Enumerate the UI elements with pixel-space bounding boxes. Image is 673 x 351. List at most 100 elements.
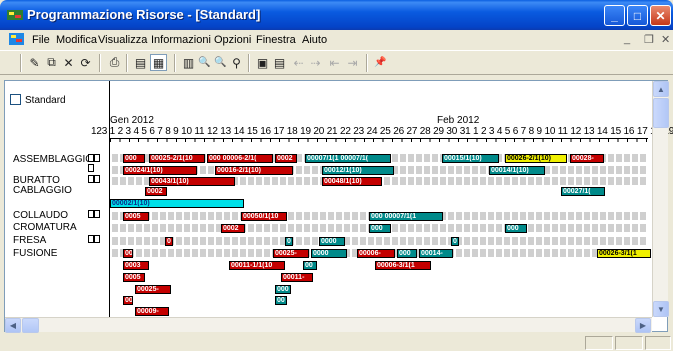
minimize-button[interactable]: _: [604, 5, 625, 26]
task-bar[interactable]: 000: [397, 249, 417, 258]
resource-label[interactable]: CROMATURA: [13, 222, 77, 233]
menu-informazioni[interactable]: Informazioni: [151, 34, 211, 46]
task-bar[interactable]: 0005: [123, 212, 149, 221]
mdi-restore-button[interactable]: ❐: [644, 33, 654, 46]
vertical-scrollbar[interactable]: ▲ ▼: [652, 81, 669, 317]
task-bar[interactable]: 00025-: [135, 285, 171, 294]
view-grid-icon[interactable]: ▦: [150, 54, 167, 71]
task-bar[interactable]: 0: [451, 237, 459, 246]
task-bar[interactable]: 00015/1(10): [442, 154, 499, 163]
delete-icon[interactable]: ✕: [60, 54, 77, 71]
task-bar[interactable]: 0002: [145, 187, 167, 196]
toolbar-separator: [99, 54, 101, 72]
task-bar[interactable]: 0002: [221, 224, 245, 233]
menu-opzioni[interactable]: Opzioni: [214, 34, 251, 46]
copy-icon[interactable]: ⧉: [43, 54, 60, 71]
menu-visualizza[interactable]: Visualizza: [98, 34, 147, 46]
task-bar[interactable]: 000: [505, 224, 527, 233]
task-bar[interactable]: 0000: [311, 249, 347, 258]
task-bar[interactable]: 00048/1(10): [322, 177, 382, 186]
menu-aiuto[interactable]: Aiuto: [302, 34, 327, 46]
task-bar[interactable]: 0003: [123, 261, 149, 270]
mdi-close-button[interactable]: ✕: [661, 33, 670, 46]
task-bar[interactable]: 000: [369, 224, 391, 233]
task-bar[interactable]: 00014-: [419, 249, 453, 258]
open-icon[interactable]: ✎: [26, 54, 43, 71]
task-bar[interactable]: 00: [123, 249, 133, 258]
move-left-all-icon[interactable]: ⇤: [326, 54, 343, 71]
print-icon[interactable]: ⎙: [106, 54, 123, 71]
task-bar[interactable]: 00: [275, 296, 287, 305]
vertical-scroll-thumb[interactable]: [653, 98, 669, 128]
scroll-left-button[interactable]: ◀: [5, 318, 21, 333]
task-bar[interactable]: 00002/1(10): [110, 199, 244, 208]
task-bar[interactable]: 00012/1(10): [322, 166, 394, 175]
horizontal-scroll-thumb[interactable]: [22, 318, 39, 333]
maximize-button[interactable]: □: [627, 5, 648, 26]
task-bar[interactable]: 00027/1(: [561, 187, 605, 196]
task-bar[interactable]: 0000: [319, 237, 345, 246]
scroll-up-button[interactable]: ▲: [653, 81, 669, 97]
availability-row: [112, 237, 646, 245]
document-icon[interactable]: [9, 32, 24, 46]
task-bar[interactable]: 00007/1(1 00007/1(: [305, 154, 391, 163]
task-bar[interactable]: 00006-: [357, 249, 395, 258]
scroll-down-button[interactable]: ▼: [653, 301, 669, 317]
day-header-row: 123 1 2 3 4 5 6 7 8 9 10 11 12 13 14 15 …: [91, 126, 673, 137]
task-bar[interactable]: 00009-: [135, 307, 169, 316]
standard-checkbox[interactable]: [10, 94, 21, 105]
calendar-icon[interactable]: ▣: [254, 54, 271, 71]
month-label: Feb 2012: [437, 115, 480, 126]
task-bar[interactable]: 00014/1(10): [489, 166, 545, 175]
menu-modifica[interactable]: Modifica: [56, 34, 97, 46]
resource-label[interactable]: CABLAGGIO: [13, 185, 72, 196]
menu-file[interactable]: File: [32, 34, 50, 46]
task-bar[interactable]: 00024/1(10): [123, 166, 197, 175]
resource-label[interactable]: COLLAUDO: [13, 210, 68, 221]
columns-icon[interactable]: ▥: [180, 54, 197, 71]
menu-finestra[interactable]: Finestra: [256, 34, 296, 46]
task-bar[interactable]: 000: [275, 285, 291, 294]
move-right-all-icon[interactable]: ⇥: [344, 54, 361, 71]
task-bar[interactable]: 00: [123, 296, 133, 305]
resource-marker: [94, 235, 100, 243]
report-icon[interactable]: ▤: [271, 54, 288, 71]
resource-label[interactable]: FUSIONE: [13, 248, 57, 259]
task-bar[interactable]: 00025-2/1(10: [149, 154, 205, 163]
zoom-out-icon[interactable]: 🔍: [212, 54, 229, 71]
task-bar[interactable]: 00026-2/1(10): [505, 154, 567, 163]
task-bar[interactable]: 0002: [275, 154, 297, 163]
find-icon[interactable]: ⚲: [228, 54, 245, 71]
refresh-icon[interactable]: ⟳: [77, 54, 94, 71]
task-bar[interactable]: 00011-1/1(10: [229, 261, 285, 270]
task-bar[interactable]: 00: [303, 261, 317, 270]
task-bar[interactable]: 00011-: [281, 273, 313, 282]
view-gantt-icon[interactable]: ▤: [132, 54, 149, 71]
close-button[interactable]: ✕: [650, 5, 671, 26]
task-bar[interactable]: 00050/1(10: [241, 212, 287, 221]
task-bar[interactable]: 00006-3/1(1: [375, 261, 431, 270]
toolbar-separator: [366, 54, 368, 72]
task-bar[interactable]: 00016-2/1(10): [215, 166, 293, 175]
task-bar[interactable]: 000 00007/1(1: [369, 212, 443, 221]
mdi-minimize-button[interactable]: _: [624, 33, 630, 45]
task-bar[interactable]: 000 00006-2/1(: [207, 154, 273, 163]
move-right-icon[interactable]: ⇢: [307, 54, 324, 71]
pin-icon[interactable]: 📌: [372, 54, 389, 71]
task-bar[interactable]: 00028-: [570, 154, 604, 163]
task-bar[interactable]: 00025-: [273, 249, 309, 258]
title-bar[interactable]: Programmazione Risorse - [Standard] _ □ …: [0, 0, 673, 30]
status-panel: [585, 336, 613, 350]
task-bar[interactable]: 000: [123, 154, 145, 163]
move-left-icon[interactable]: ⇠: [290, 54, 307, 71]
resource-label[interactable]: FRESA: [13, 235, 46, 246]
task-bar[interactable]: 0: [165, 237, 173, 246]
task-bar[interactable]: 00043/1(10): [149, 177, 235, 186]
task-bar[interactable]: 0: [285, 237, 293, 246]
zoom-in-icon[interactable]: 🔍: [196, 54, 213, 71]
scroll-right-button[interactable]: ▶: [635, 318, 651, 333]
horizontal-scrollbar[interactable]: ◀ ▶: [5, 317, 652, 333]
task-bar[interactable]: 0005: [123, 273, 145, 282]
task-bar[interactable]: 00026-3/1(1: [597, 249, 651, 258]
resource-label[interactable]: ASSEMBLAGGIO: [13, 154, 93, 165]
